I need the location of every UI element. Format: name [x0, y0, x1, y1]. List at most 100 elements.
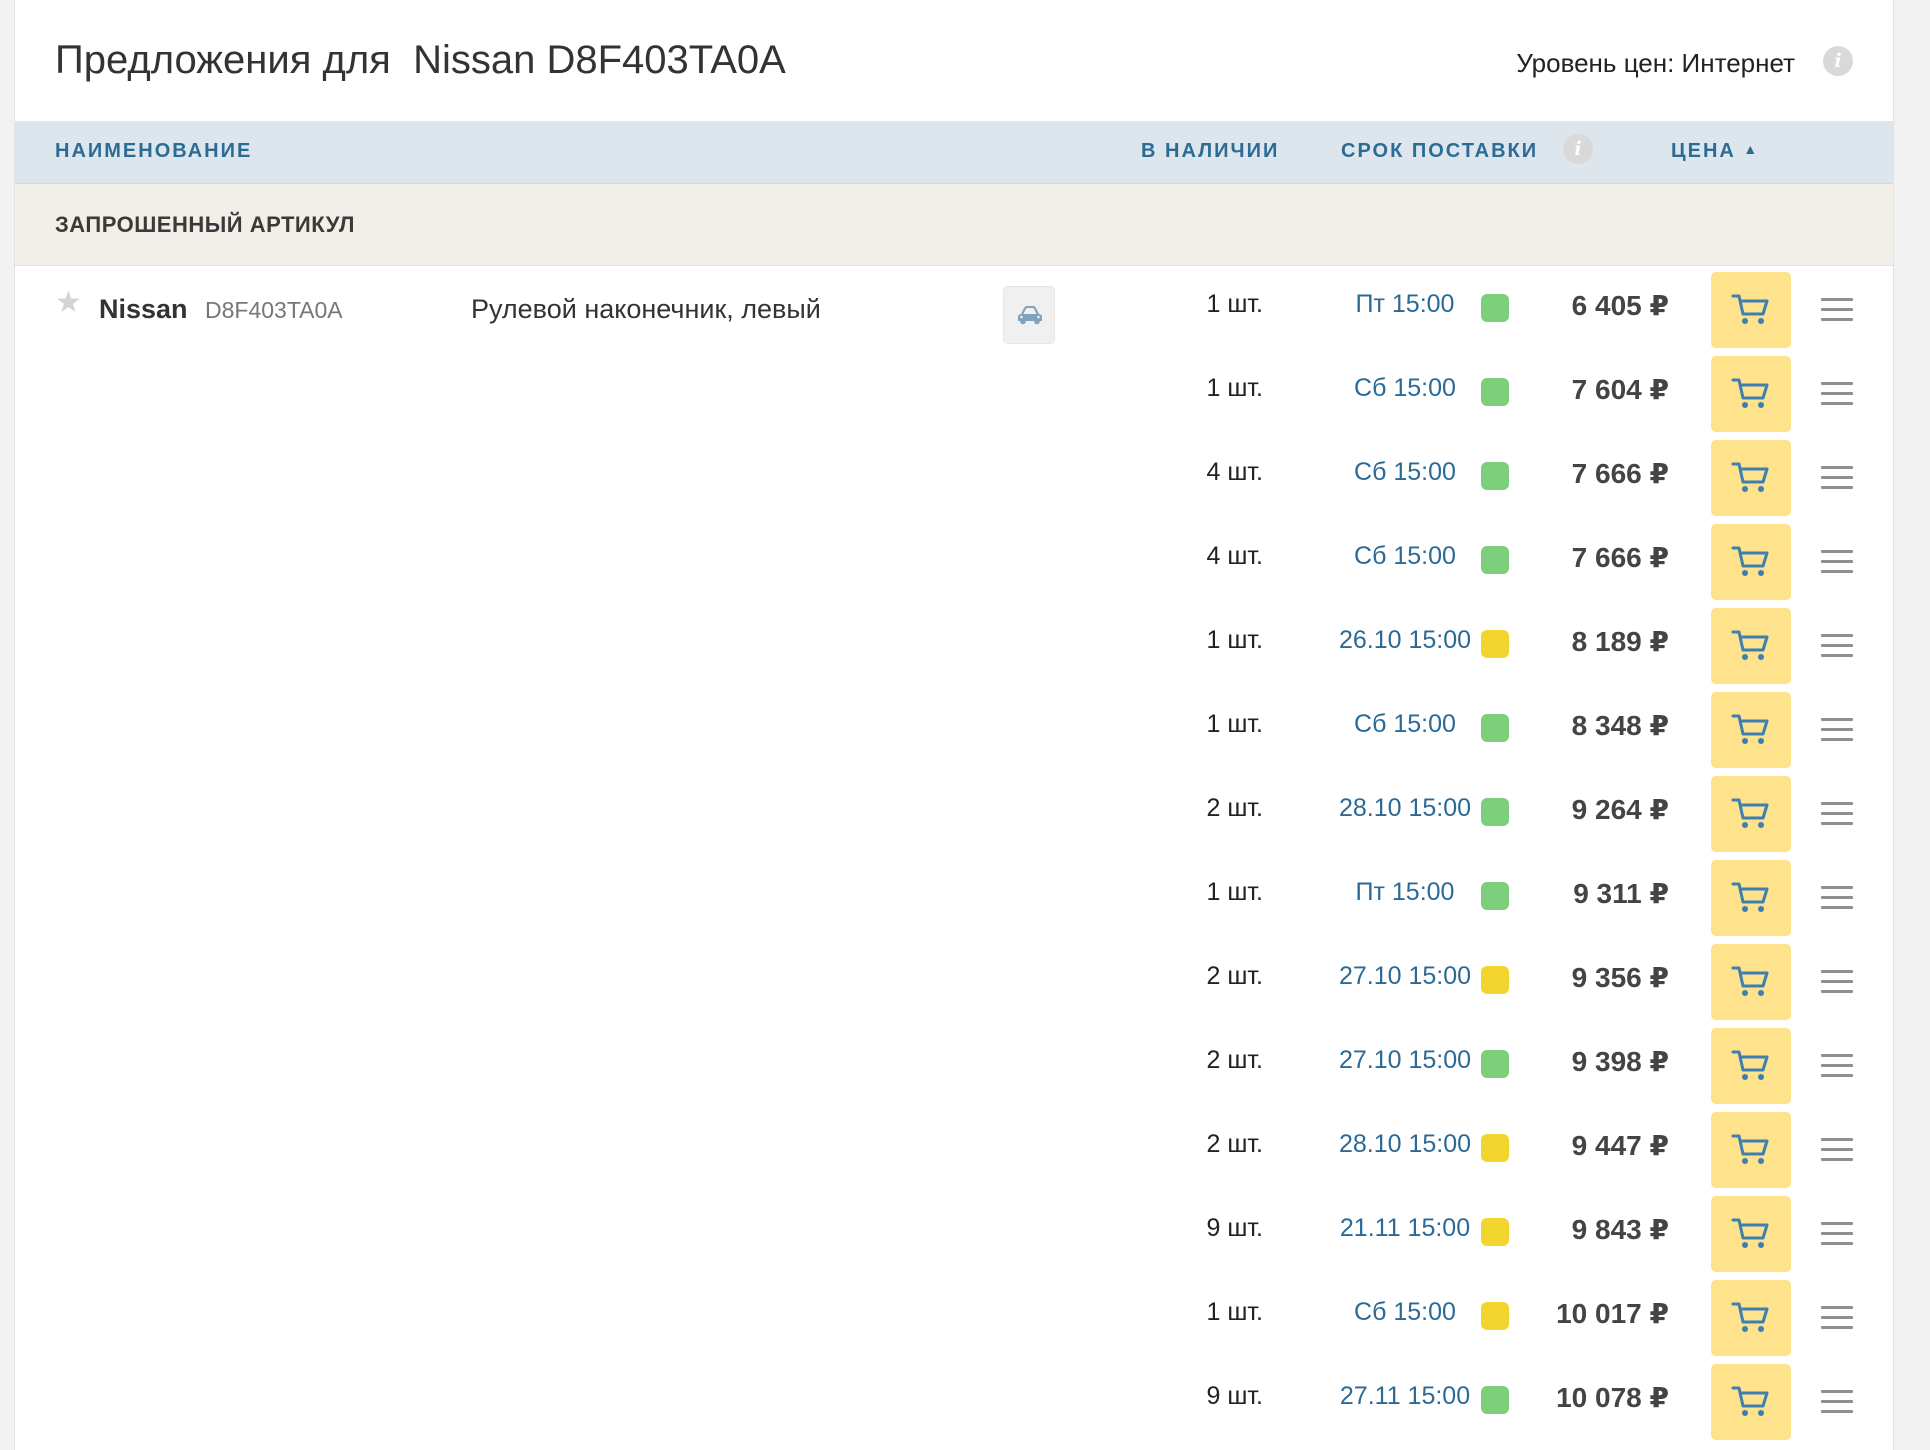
- offer-price: 7 666 ₽: [1571, 458, 1669, 489]
- offer-price: 9 356 ₽: [1571, 962, 1669, 993]
- column-delivery[interactable]: СРОК ПОСТАВКИ: [1341, 140, 1538, 163]
- offer-status-indicator: [1481, 294, 1509, 322]
- offer-row: 1 шт. Пт 15:00 9 311 ₽: [15, 854, 1893, 938]
- offer-details-menu-icon[interactable]: [1821, 886, 1853, 910]
- add-to-cart-button[interactable]: [1711, 356, 1791, 432]
- offer-status-indicator: [1481, 1134, 1509, 1162]
- offer-status-indicator: [1481, 714, 1509, 742]
- offer-details-menu-icon[interactable]: [1821, 382, 1853, 406]
- offer-delivery-time[interactable]: 21.11 15:00: [1305, 1214, 1505, 1243]
- offer-price: 9 447 ₽: [1571, 1130, 1669, 1161]
- cart-icon: [1731, 630, 1769, 660]
- offer-price: 6 405 ₽: [1571, 290, 1669, 321]
- offer-price: 9 311 ₽: [1573, 878, 1669, 909]
- offer-quantity: 1 шт.: [1206, 374, 1263, 402]
- offer-details-menu-icon[interactable]: [1821, 1306, 1853, 1330]
- offer-quantity: 9 шт.: [1206, 1382, 1263, 1410]
- offer-details-menu-icon[interactable]: [1821, 802, 1853, 826]
- offer-delivery-time[interactable]: 28.10 15:00: [1305, 1130, 1505, 1159]
- offer-details-menu-icon[interactable]: [1821, 1054, 1853, 1078]
- offer-status-indicator: [1481, 378, 1509, 406]
- offer-delivery-time[interactable]: Сб 15:00: [1305, 374, 1505, 403]
- offer-row: 9 шт. 21.11 15:00 9 843 ₽: [15, 1190, 1893, 1274]
- column-price-label: ЦЕНА: [1671, 140, 1736, 162]
- offer-price: 9 398 ₽: [1571, 1046, 1669, 1077]
- offer-details-menu-icon[interactable]: [1821, 1138, 1853, 1162]
- offer-status-indicator: [1481, 1302, 1509, 1330]
- offer-status-indicator: [1481, 462, 1509, 490]
- offer-status-indicator: [1481, 882, 1509, 910]
- offer-quantity: 2 шт.: [1206, 1130, 1263, 1158]
- offer-status-indicator: [1481, 1386, 1509, 1414]
- offer-quantity: 1 шт.: [1206, 1298, 1263, 1326]
- cart-icon: [1731, 882, 1769, 912]
- offer-delivery-time[interactable]: Сб 15:00: [1305, 1298, 1505, 1327]
- offer-details-menu-icon[interactable]: [1821, 1390, 1853, 1414]
- offer-status-indicator: [1481, 798, 1509, 826]
- offer-row: 1 шт. Сб 15:00 7 604 ₽: [15, 350, 1893, 434]
- column-price[interactable]: ЦЕНА ▲: [1671, 140, 1757, 163]
- offer-delivery-time[interactable]: Сб 15:00: [1305, 710, 1505, 739]
- offer-status-indicator: [1481, 546, 1509, 574]
- offer-quantity: 2 шт.: [1206, 794, 1263, 822]
- offer-delivery-time[interactable]: Пт 15:00: [1305, 878, 1505, 907]
- offer-delivery-time[interactable]: Сб 15:00: [1305, 458, 1505, 487]
- offer-status-indicator: [1481, 1050, 1509, 1078]
- page-header: Предложения для Nissan D8F403TA0A Уровен…: [15, 0, 1893, 122]
- add-to-cart-button[interactable]: [1711, 1028, 1791, 1104]
- offer-delivery-time[interactable]: Сб 15:00: [1305, 542, 1505, 571]
- add-to-cart-button[interactable]: [1711, 524, 1791, 600]
- offer-quantity: 1 шт.: [1206, 710, 1263, 738]
- cart-icon: [1731, 1134, 1769, 1164]
- add-to-cart-button[interactable]: [1711, 1112, 1791, 1188]
- offer-price: 7 666 ₽: [1571, 542, 1669, 573]
- offer-quantity: 9 шт.: [1206, 1214, 1263, 1242]
- price-level-info-icon[interactable]: i: [1823, 46, 1853, 76]
- offer-row: 1 шт. 26.10 15:00 8 189 ₽: [15, 602, 1893, 686]
- add-to-cart-button[interactable]: [1711, 776, 1791, 852]
- column-name[interactable]: НАИМЕНОВАНИЕ: [55, 140, 252, 163]
- add-to-cart-button[interactable]: [1711, 692, 1791, 768]
- offer-status-indicator: [1481, 1218, 1509, 1246]
- offer-price: 8 189 ₽: [1571, 626, 1669, 657]
- offer-price: 9 264 ₽: [1571, 794, 1669, 825]
- section-label: ЗАПРОШЕННЫЙ АРТИКУЛ: [55, 212, 355, 237]
- cart-icon: [1731, 546, 1769, 576]
- add-to-cart-button[interactable]: [1711, 944, 1791, 1020]
- add-to-cart-button[interactable]: [1711, 440, 1791, 516]
- offer-details-menu-icon[interactable]: [1821, 466, 1853, 490]
- delivery-info-icon[interactable]: i: [1563, 134, 1593, 164]
- offer-row: 9 шт. 27.11 15:00 10 078 ₽: [15, 1358, 1893, 1442]
- offer-details-menu-icon[interactable]: [1821, 970, 1853, 994]
- offer-delivery-time[interactable]: 26.10 15:00: [1305, 626, 1505, 655]
- cart-icon: [1731, 1302, 1769, 1332]
- offer-row: 2 шт. 27.10 15:00 9 398 ₽: [15, 1022, 1893, 1106]
- cart-icon: [1731, 462, 1769, 492]
- offer-row: 1 шт. Сб 15:00 10 017 ₽: [15, 1274, 1893, 1358]
- add-to-cart-button[interactable]: [1711, 272, 1791, 348]
- offer-details-menu-icon[interactable]: [1821, 550, 1853, 574]
- column-in-stock[interactable]: В НАЛИЧИИ: [1141, 140, 1279, 163]
- add-to-cart-button[interactable]: [1711, 1364, 1791, 1440]
- add-to-cart-button[interactable]: [1711, 1280, 1791, 1356]
- offer-quantity: 1 шт.: [1206, 626, 1263, 654]
- offer-delivery-time[interactable]: 27.10 15:00: [1305, 962, 1505, 991]
- offer-row: 2 шт. 28.10 15:00 9 447 ₽: [15, 1106, 1893, 1190]
- offer-row: 1 шт. Сб 15:00 8 348 ₽: [15, 686, 1893, 770]
- offer-details-menu-icon[interactable]: [1821, 634, 1853, 658]
- offer-delivery-time[interactable]: 27.10 15:00: [1305, 1046, 1505, 1075]
- add-to-cart-button[interactable]: [1711, 860, 1791, 936]
- offer-quantity: 2 шт.: [1206, 962, 1263, 990]
- offer-delivery-time[interactable]: 27.11 15:00: [1305, 1382, 1505, 1411]
- offer-delivery-time[interactable]: Пт 15:00: [1305, 290, 1505, 319]
- offer-row: 2 шт. 27.10 15:00 9 356 ₽: [15, 938, 1893, 1022]
- add-to-cart-button[interactable]: [1711, 608, 1791, 684]
- offer-details-menu-icon[interactable]: [1821, 1222, 1853, 1246]
- offer-quantity: 1 шт.: [1206, 290, 1263, 318]
- offer-delivery-time[interactable]: 28.10 15:00: [1305, 794, 1505, 823]
- offer-price: 9 843 ₽: [1571, 1214, 1669, 1245]
- offer-details-menu-icon[interactable]: [1821, 298, 1853, 322]
- offer-details-menu-icon[interactable]: [1821, 718, 1853, 742]
- cart-icon: [1731, 1218, 1769, 1248]
- add-to-cart-button[interactable]: [1711, 1196, 1791, 1272]
